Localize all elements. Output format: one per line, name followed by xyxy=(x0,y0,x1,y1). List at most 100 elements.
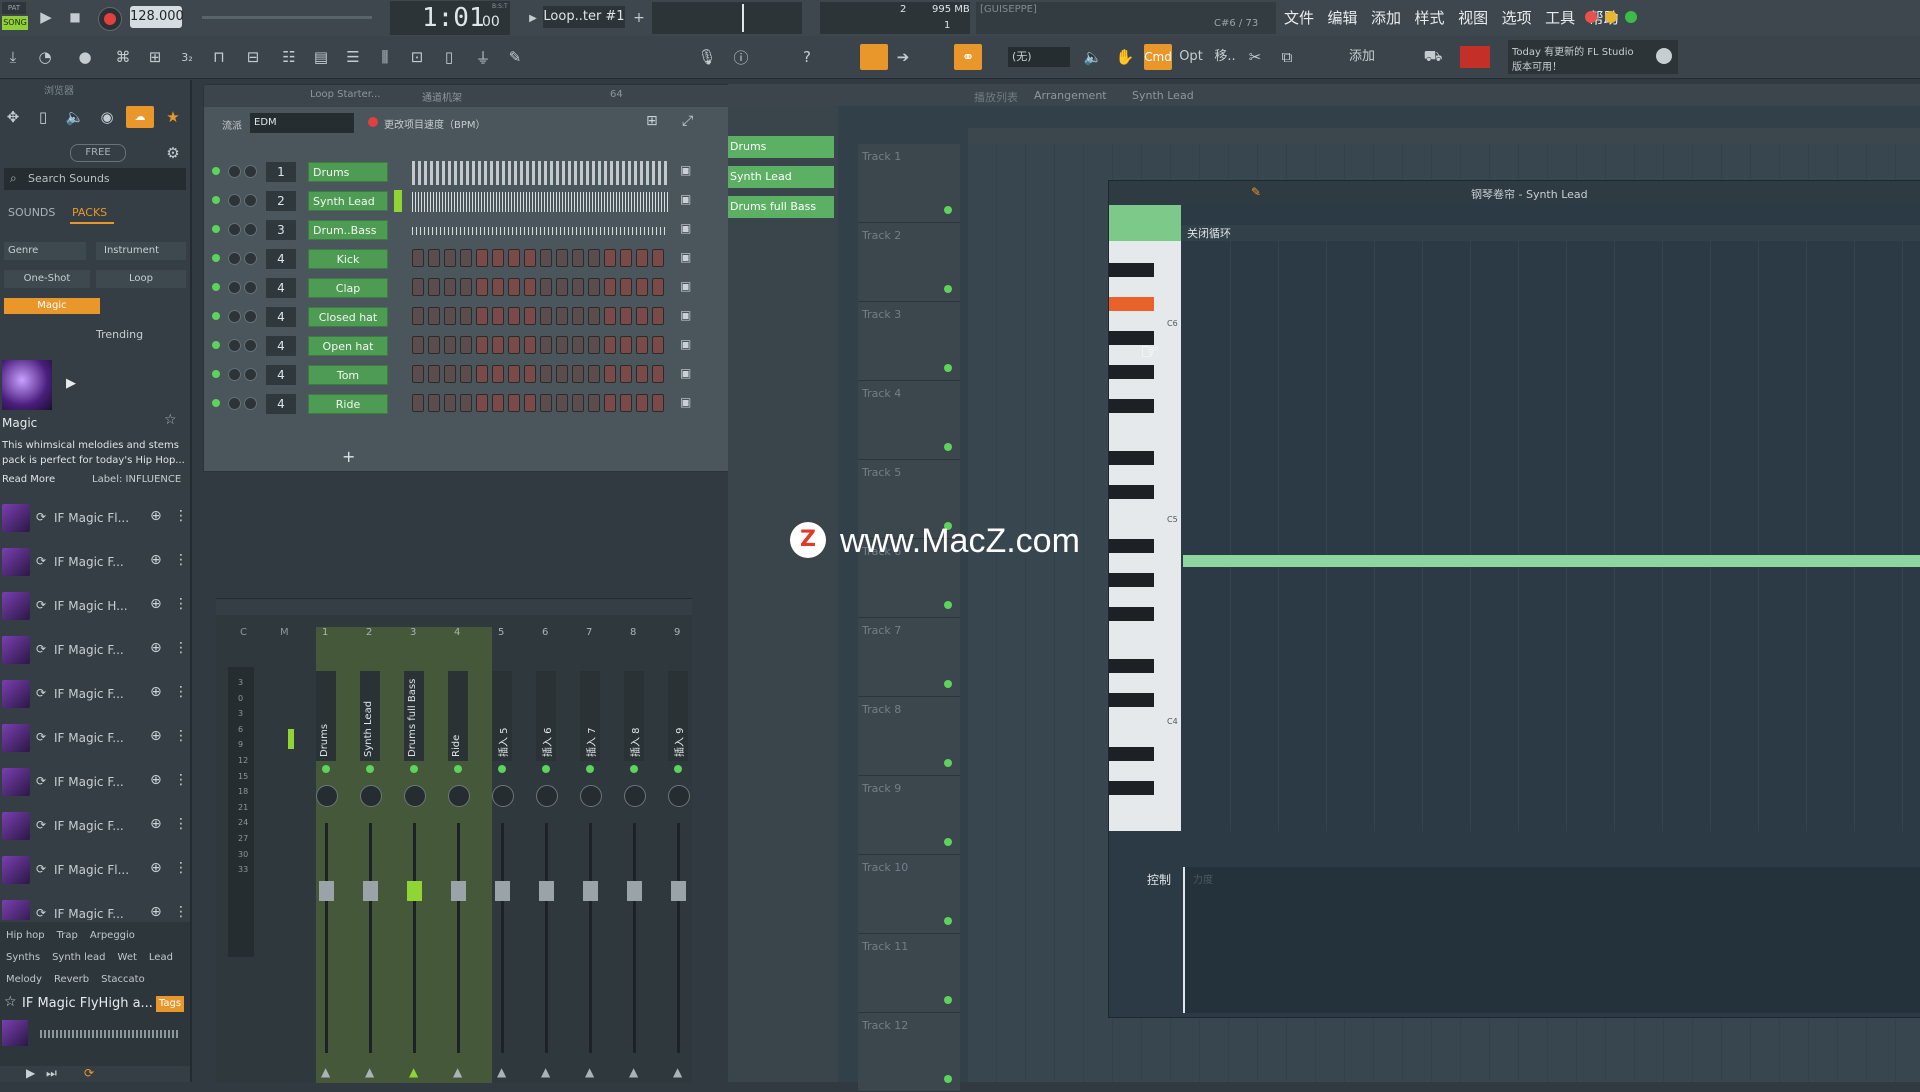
strip-fader[interactable] xyxy=(671,881,686,901)
tag-chip[interactable]: Wet xyxy=(118,952,137,963)
track-header[interactable]: Track 2 xyxy=(858,223,960,302)
brush-icon[interactable]: ✎ xyxy=(502,44,528,70)
piano-black-key[interactable] xyxy=(1109,399,1154,413)
track-mute-led[interactable] xyxy=(944,364,952,372)
genre-filter[interactable]: Genre xyxy=(4,242,86,260)
channel-menu-icon[interactable]: ▣ xyxy=(680,192,691,206)
add-button[interactable]: 添加 xyxy=(1342,44,1382,70)
strip-enable-led[interactable] xyxy=(542,765,550,773)
channel-menu-icon[interactable]: ▣ xyxy=(680,308,691,322)
track-header[interactable]: Track 4 xyxy=(858,381,960,460)
strip-pan-knob[interactable] xyxy=(536,785,558,807)
mixer-track-number[interactable]: 2 xyxy=(266,191,296,211)
piano-black-key[interactable] xyxy=(1109,747,1154,761)
channel-name-button[interactable]: Kick xyxy=(308,249,388,269)
flag-icon[interactable] xyxy=(1460,46,1490,68)
speaker-icon[interactable]: 🔈 xyxy=(1080,44,1106,70)
search-field[interactable]: ⌕ Search Sounds xyxy=(4,168,186,190)
tag-chip[interactable]: Synth lead xyxy=(52,952,105,963)
volume-knob[interactable] xyxy=(244,194,257,207)
more-icon[interactable]: ⋮ xyxy=(174,904,188,920)
strip-route-icon[interactable]: ▲ xyxy=(541,1065,550,1079)
one-shot-filter[interactable]: One-Shot xyxy=(4,270,90,288)
mixer-strip[interactable]: 8 插入 8 ▲ xyxy=(620,627,650,1083)
news-panel[interactable]: Today 有更新的 FL Studio 版本可用！ xyxy=(1508,40,1678,74)
add-pack-icon[interactable]: ⊕ xyxy=(150,684,162,700)
rack-settings-icon[interactable]: ⊞ xyxy=(646,113,658,129)
piano-black-key[interactable] xyxy=(1109,573,1154,587)
mixer-track-number[interactable]: 4 xyxy=(266,249,296,269)
volume-knob[interactable] xyxy=(244,397,257,410)
instrument-filter[interactable]: Instrument xyxy=(96,242,186,260)
strip-enable-led[interactable] xyxy=(498,765,506,773)
tab-sounds[interactable]: SOUNDS xyxy=(8,206,55,219)
channel-name-button[interactable]: Clap xyxy=(308,278,388,298)
track-header[interactable]: Track 7 xyxy=(858,618,960,697)
stop-icon[interactable]: ■ xyxy=(62,4,88,30)
menu-edit[interactable]: 编辑 xyxy=(1328,9,1358,27)
add-pattern-icon[interactable]: + xyxy=(626,5,652,31)
strip-route-icon[interactable]: ▲ xyxy=(585,1065,594,1079)
step-sequencer[interactable] xyxy=(412,307,668,327)
pack-item[interactable]: ⟳ IF Magic Fl... ⊕ ⋮ xyxy=(0,850,190,894)
bpm-toggle-icon[interactable] xyxy=(368,117,378,127)
channel-row[interactable]: 4 Tom ▣ xyxy=(204,362,728,391)
snap-icon[interactable]: 3₂ xyxy=(174,44,200,70)
copy-icon[interactable]: ⧉ xyxy=(1274,44,1300,70)
volume-knob[interactable] xyxy=(244,310,257,323)
track-mute-led[interactable] xyxy=(944,917,952,925)
track-mute-led[interactable] xyxy=(944,838,952,846)
channel-row[interactable]: 4 Kick ▣ xyxy=(204,246,728,275)
pan-knob[interactable] xyxy=(228,281,241,294)
piano-black-key[interactable] xyxy=(1109,781,1154,795)
piano-roll-ruler[interactable] xyxy=(1181,225,1920,241)
tag-chip[interactable]: Hip hop xyxy=(6,930,45,941)
bpm-toggle-label[interactable]: 更改项目速度（BPM） xyxy=(384,116,486,131)
channel-menu-icon[interactable]: ▣ xyxy=(680,221,691,235)
channel-row[interactable]: 4 Ride ▣ xyxy=(204,391,728,420)
next-icon[interactable]: ⏭ xyxy=(46,1066,57,1081)
channel-row[interactable]: 4 Open hat ▣ xyxy=(204,333,728,362)
strip-enable-led[interactable] xyxy=(674,765,682,773)
more-icon[interactable]: ⋮ xyxy=(174,508,188,524)
more-icon[interactable]: ⋮ xyxy=(174,728,188,744)
mixer-strip[interactable]: 1 Drums ▲ xyxy=(312,627,342,1083)
piano-black-key[interactable] xyxy=(1109,365,1154,379)
add-pack-icon[interactable]: ⊕ xyxy=(150,640,162,656)
menu-patterns[interactable]: 样式 xyxy=(1415,9,1445,27)
step-sequencer[interactable] xyxy=(412,278,668,298)
track-mute-led[interactable] xyxy=(944,285,952,293)
pack-item[interactable]: ⟳ IF Magic F... ⊕ ⋮ xyxy=(0,630,190,674)
strip-fader[interactable] xyxy=(451,881,466,901)
window-zoom-button[interactable] xyxy=(1625,11,1637,23)
step-sequencer[interactable] xyxy=(412,365,668,385)
plugin-picker-icon[interactable]: ⊡ xyxy=(404,44,430,70)
record-button[interactable] xyxy=(98,7,122,31)
pack-cover[interactable] xyxy=(2,360,52,410)
add-pack-icon[interactable]: ⊕ xyxy=(150,816,162,832)
loop-filter[interactable]: Loop xyxy=(96,270,186,288)
piano-roll-window-icon[interactable]: ▤ xyxy=(308,44,334,70)
strip-enable-led[interactable] xyxy=(586,765,594,773)
settings-icon[interactable]: ⚙ xyxy=(160,140,186,166)
pattern-clip[interactable]: Drums xyxy=(728,136,834,158)
strip-pan-knob[interactable] xyxy=(360,785,382,807)
free-badge[interactable]: FREE xyxy=(70,144,126,162)
pack-item[interactable]: ⟳ IF Magic F... ⊕ ⋮ xyxy=(0,806,190,850)
strip-fader[interactable] xyxy=(583,881,598,901)
strip-fader[interactable] xyxy=(319,881,334,901)
menu-file[interactable]: 文件 xyxy=(1284,9,1314,27)
cart-icon[interactable]: ⛟ xyxy=(1420,44,1446,70)
blend-notes-icon[interactable]: ⊓ xyxy=(206,44,232,70)
mixer-window-icon[interactable]: ⫼ xyxy=(372,44,398,70)
mixer-track-number[interactable]: 4 xyxy=(266,336,296,356)
globe-icon[interactable]: ◉ xyxy=(94,104,120,130)
preset-select[interactable]: (无) xyxy=(1008,47,1070,67)
pack-item[interactable]: ⟳ IF Magic F... ⊕ ⋮ xyxy=(0,542,190,586)
window-close-button[interactable] xyxy=(1585,11,1597,23)
tag-chip[interactable]: Trap xyxy=(57,930,78,941)
strip-route-icon[interactable]: ▲ xyxy=(365,1065,374,1079)
step-sequencer[interactable] xyxy=(412,336,668,356)
mixer-strip[interactable]: 4 Ride ▲ xyxy=(444,627,474,1083)
pattern-clip[interactable]: Drums full Bass xyxy=(728,196,834,218)
